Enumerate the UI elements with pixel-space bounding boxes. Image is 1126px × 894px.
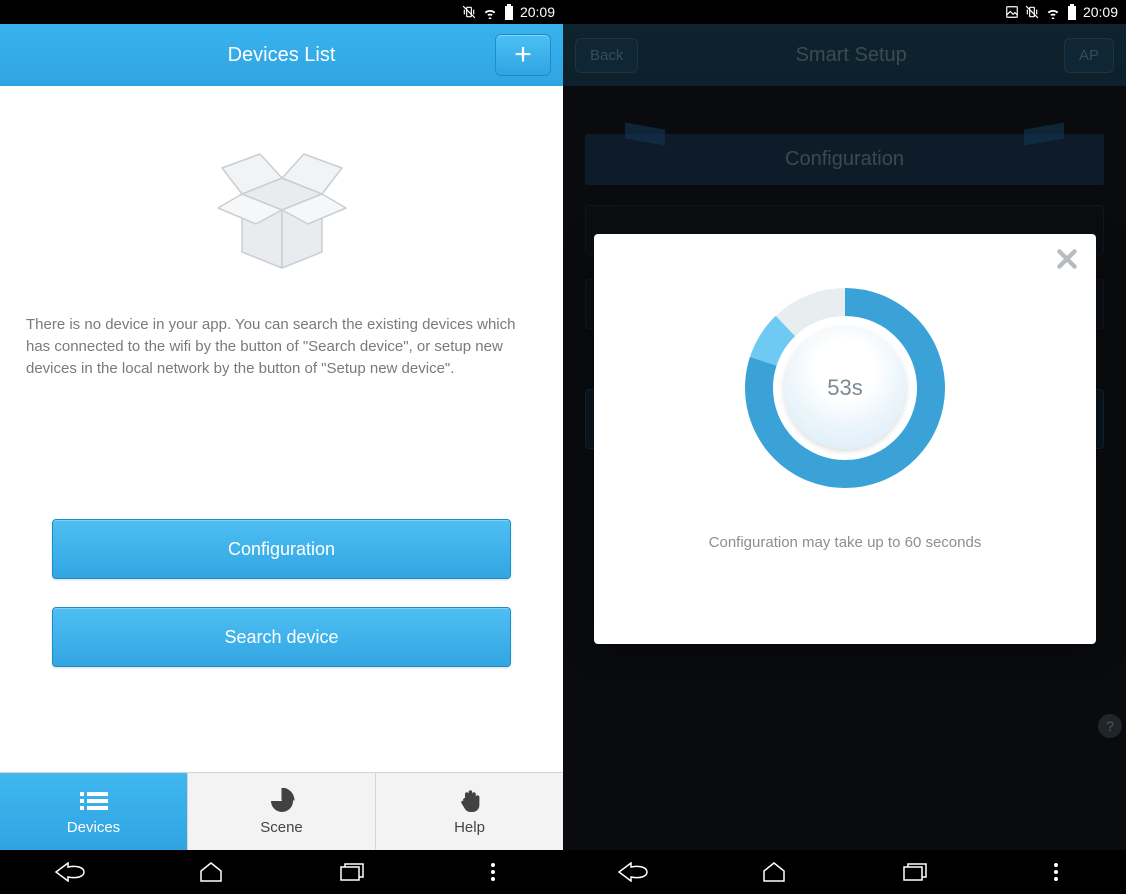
- battery-icon: [504, 4, 514, 20]
- nav-back-button[interactable]: [50, 858, 90, 886]
- nav-menu-button[interactable]: [473, 858, 513, 886]
- header-left: Devices List +: [0, 24, 563, 86]
- nav-home-button[interactable]: [191, 858, 231, 886]
- empty-box-icon: [202, 124, 362, 284]
- tab-scene-label: Scene: [260, 819, 303, 836]
- vibrate-icon: [462, 5, 476, 19]
- nav-recent-button[interactable]: [895, 858, 935, 886]
- empty-state-text: There is no device in your app. You can …: [16, 314, 547, 379]
- nav-menu-button[interactable]: [1036, 858, 1076, 886]
- nav-home-button[interactable]: [754, 858, 794, 886]
- status-bar-right: 20:09: [563, 0, 1126, 24]
- button-stack: Configuration Search device: [16, 519, 547, 695]
- left-body: There is no device in your app. You can …: [0, 86, 563, 772]
- right-pane: 20:09 Back Smart Setup AP Configuration …: [563, 0, 1126, 894]
- left-pane: 20:09 Devices List + There is no device …: [0, 0, 563, 894]
- add-device-button[interactable]: +: [495, 34, 551, 76]
- wifi-icon: [482, 5, 498, 19]
- modal-message: Configuration may take up to 60 seconds: [709, 534, 982, 551]
- plus-icon: +: [514, 40, 532, 70]
- vibrate-icon: [1025, 5, 1039, 19]
- nav-back-button[interactable]: [613, 858, 653, 886]
- nav-recent-button[interactable]: [332, 858, 372, 886]
- wifi-icon: [1045, 5, 1061, 19]
- progress-spinner: 53s: [735, 278, 955, 498]
- pie-icon: [269, 787, 295, 815]
- tab-help[interactable]: Help: [376, 773, 563, 850]
- tab-bar: Devices Scene Help: [0, 772, 563, 850]
- tab-devices-label: Devices: [67, 819, 120, 836]
- nav-bar-right: [563, 850, 1126, 894]
- tab-help-label: Help: [454, 819, 485, 836]
- battery-icon: [1067, 4, 1077, 20]
- tab-devices[interactable]: Devices: [0, 773, 188, 850]
- countdown-text: 53s: [784, 327, 906, 449]
- progress-modal: 53s Configuration may take up to 60 seco…: [594, 234, 1096, 644]
- search-device-button[interactable]: Search device: [52, 607, 511, 667]
- close-button[interactable]: [1052, 244, 1082, 274]
- header-title: Devices List: [228, 44, 336, 67]
- list-icon: [80, 787, 108, 815]
- status-time: 20:09: [1083, 4, 1118, 20]
- hand-icon: [457, 787, 483, 815]
- tab-scene[interactable]: Scene: [188, 773, 376, 850]
- status-bar-left: 20:09: [0, 0, 563, 24]
- configuration-button[interactable]: Configuration: [52, 519, 511, 579]
- nav-bar-left: [0, 850, 563, 894]
- right-content: Back Smart Setup AP Configuration Setup …: [563, 24, 1126, 850]
- image-icon: [1005, 5, 1019, 19]
- status-time: 20:09: [520, 4, 555, 20]
